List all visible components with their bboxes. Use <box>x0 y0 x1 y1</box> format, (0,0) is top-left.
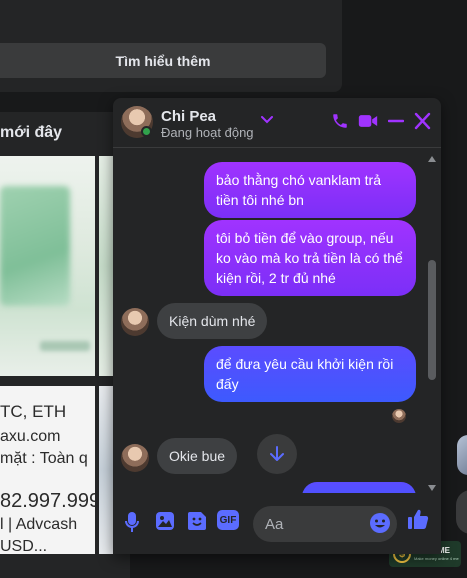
thumbnail-text: USD... <box>0 538 48 554</box>
like-icon[interactable] <box>407 508 429 530</box>
message-bubble-outgoing[interactable]: để đưa yêu cầu khởi kiện rồi đấy <box>204 346 416 402</box>
recent-post-thumbnail[interactable]: TC, ETH axu.com mặt : Toàn q 82.997.999 … <box>0 386 95 554</box>
recent-post-thumbnail[interactable] <box>0 156 95 376</box>
contact-name[interactable]: Chi Pea <box>161 108 216 125</box>
blurred-image <box>0 186 70 306</box>
message-input[interactable] <box>265 514 365 534</box>
thumbnail-text: axu.com <box>0 428 61 445</box>
phone-icon[interactable] <box>331 112 349 130</box>
scrollbar-thumb[interactable] <box>428 260 436 380</box>
online-status-dot <box>141 126 152 137</box>
message-bubble-outgoing[interactable]: bảo thằng chó vanklam trả tiền tôi nhé b… <box>204 162 416 218</box>
message-bubble-incoming[interactable]: Okie bue <box>157 438 238 474</box>
microphone-icon[interactable] <box>125 511 139 533</box>
chat-window: Chi Pea Đang hoạt động bảo thằng chó van… <box>113 98 441 554</box>
thumbnail-text: 82.997.999 <box>0 490 95 512</box>
message-composer: GIF <box>113 494 441 554</box>
recent-section-title: mới đây <box>0 124 63 141</box>
blurred-image <box>40 341 90 351</box>
gif-icon[interactable]: GIF <box>217 510 239 530</box>
contact-avatar[interactable] <box>121 444 149 472</box>
image-icon[interactable] <box>155 511 175 531</box>
close-icon[interactable] <box>414 112 431 130</box>
new-message-button[interactable] <box>456 490 467 534</box>
contact-avatar[interactable] <box>121 308 149 336</box>
minimize-icon[interactable] <box>388 112 404 130</box>
message-list[interactable]: bảo thằng chó vanklam trả tiền tôi nhé b… <box>113 148 441 493</box>
chevron-down-icon[interactable] <box>261 116 273 124</box>
watermark-tagline: Make money online 4 me <box>414 556 459 561</box>
video-icon[interactable] <box>358 112 378 130</box>
sticker-icon[interactable] <box>187 511 207 531</box>
ad-card: Tìm hiểu thêm <box>0 0 342 92</box>
chat-header[interactable]: Chi Pea Đang hoạt động <box>113 98 441 148</box>
seen-receipt-avatar <box>392 409 406 423</box>
thumbnail-text: l | Advcash <box>0 516 78 533</box>
contact-status: Đang hoạt động <box>161 125 254 140</box>
scroll-to-bottom-button[interactable] <box>257 434 297 474</box>
scroll-up-arrow-icon[interactable] <box>428 156 436 162</box>
contact-avatar[interactable] <box>457 435 467 475</box>
message-input-container[interactable] <box>253 506 397 542</box>
scroll-down-arrow-icon[interactable] <box>428 485 436 491</box>
message-bubble-outgoing-partial[interactable] <box>302 482 416 493</box>
thumbnail-text: mặt : Toàn q <box>0 450 88 467</box>
learn-more-button[interactable]: Tìm hiểu thêm <box>0 43 326 78</box>
arrow-down-icon <box>270 446 284 461</box>
emoji-icon[interactable] <box>369 512 391 534</box>
message-bubble-incoming[interactable]: Kiện dùm nhé <box>157 303 268 339</box>
thumbnail-text: TC, ETH <box>0 402 67 421</box>
message-bubble-outgoing[interactable]: tôi bỏ tiền để vào group, nếu ko vào mà … <box>204 220 416 296</box>
